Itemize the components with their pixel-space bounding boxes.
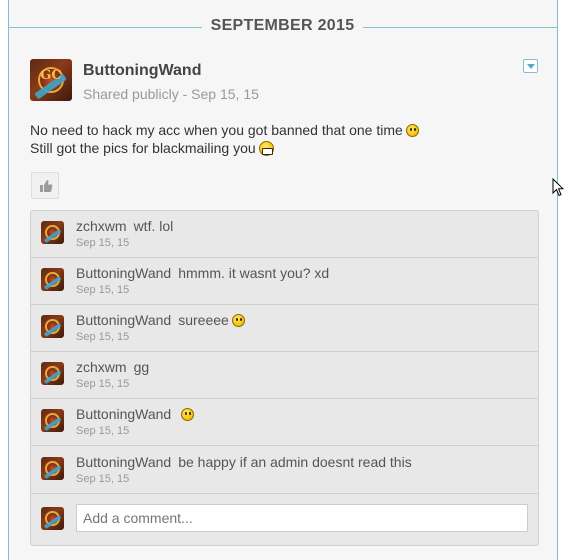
comment-author[interactable]: zchxwm [76,218,127,234]
comment-author[interactable]: ButtoningWand [76,454,171,470]
comment-content: zchxwm gg [76,359,149,375]
post-line-text: Still got the pics for blackmailing you [30,140,256,156]
comment-item: ButtoningWand sureeee Sep 15, 15 [31,305,538,352]
comment-avatar[interactable] [41,457,64,480]
comment-text: gg [133,359,150,375]
comments-panel: zchxwm wtf. lol Sep 15, 15 ButtoningWand h… [30,210,539,546]
comment-date[interactable]: Sep 15, 15 [76,237,129,249]
comment-content: ButtoningWand sureeee [76,312,245,328]
post-body: No need to hack my acc when you got bann… [30,121,419,157]
grin-icon [258,141,274,156]
comment-item: zchxwm wtf. lol Sep 15, 15 [31,211,538,258]
stream-frame: SEPTEMBER 2015 GC ButtoningWand Shared p… [8,0,558,560]
thumbs-up-icon [40,180,53,192]
comment-author[interactable]: zchxwm [76,359,127,375]
plus-one-button[interactable] [31,172,59,199]
comment-author[interactable]: ButtoningWand [76,312,171,328]
comment-item: ButtoningWand be happy if an admin doesnt… [31,447,538,494]
comment-text: wtf. lol [133,218,174,234]
comment-avatar[interactable] [41,268,64,291]
chevron-down-icon [527,64,535,69]
comment-text: be happy if an admin doesnt read this [178,454,412,470]
comment-item: ButtoningWand hmmm. it wasnt you? xd Sep … [31,258,538,305]
smiley-icon [405,124,419,137]
comment-compose [31,495,538,545]
comment-text: sureeee [178,312,229,328]
comment-text: hmmm. it wasnt you? xd [178,265,330,281]
comment-item: ButtoningWand Sep 15, 15 [31,399,538,446]
comment-avatar[interactable] [41,362,64,385]
smiley-icon [231,314,245,327]
divider-line-right [363,27,557,28]
comment-content: ButtoningWand be happy if an admin doesnt… [76,454,412,470]
comment-date[interactable]: Sep 15, 15 [76,331,129,343]
comment-item: zchxwm gg Sep 15, 15 [31,352,538,399]
month-label: SEPTEMBER 2015 [210,17,355,34]
post-meta[interactable]: Shared publicly - Sep 15, 15 [83,86,259,102]
post-author-name[interactable]: ButtoningWand [83,62,201,80]
comment-avatar[interactable] [41,315,64,338]
post-line: No need to hack my acc when you got bann… [30,121,419,139]
mouse-cursor-icon [552,178,564,197]
post-line-text: No need to hack my acc when you got bann… [30,122,403,138]
comment-avatar[interactable] [41,221,64,244]
comment-content: ButtoningWand [76,406,195,422]
post-line: Still got the pics for blackmailing you [30,139,419,157]
post-menu-button[interactable] [523,59,538,73]
comment-author[interactable]: ButtoningWand [76,406,171,422]
avatar-glyph: GC [40,68,62,84]
divider-line-left [9,27,202,28]
comment-date[interactable]: Sep 15, 15 [76,378,129,390]
smiley-icon [181,408,195,421]
add-comment-input[interactable] [76,504,528,532]
comment-date[interactable]: Sep 15, 15 [76,425,129,437]
comment-content: zchxwm wtf. lol [76,218,173,234]
comment-author[interactable]: ButtoningWand [76,265,171,281]
month-divider: SEPTEMBER 2015 [9,14,557,38]
comment-date[interactable]: Sep 15, 15 [76,473,129,485]
compose-avatar [41,507,64,530]
comment-avatar[interactable] [41,409,64,432]
comment-content: ButtoningWand hmmm. it wasnt you? xd [76,265,329,281]
post-avatar[interactable]: GC [30,59,72,101]
comment-date[interactable]: Sep 15, 15 [76,284,129,296]
